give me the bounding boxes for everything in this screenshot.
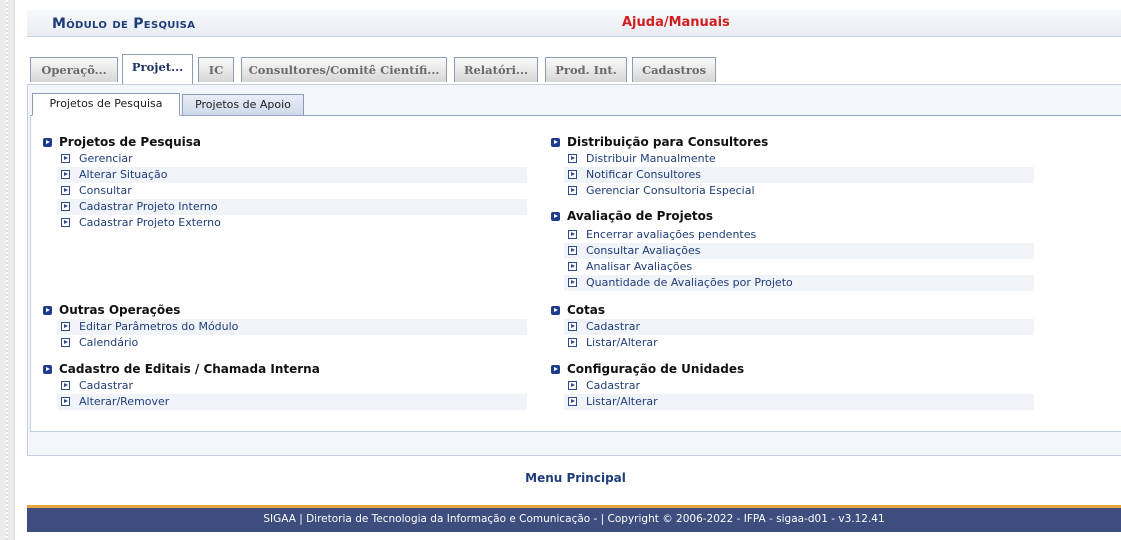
link-distribuir-manualmente[interactable]: Distribuir Manualmente <box>564 151 1034 167</box>
section-projetos-pesquisa: Projetos de Pesquisa <box>43 135 201 149</box>
tab-consultores[interactable]: Consultores/Comitê Científi... <box>241 57 447 82</box>
link-listar-alterar-cota[interactable]: Listar/Alterar <box>564 335 1034 351</box>
arrow-icon <box>61 322 70 331</box>
arrow-icon <box>568 278 577 287</box>
arrow-icon <box>568 186 577 195</box>
tab-ic[interactable]: IC <box>198 57 234 82</box>
arrow-icon <box>61 186 70 195</box>
link-editar-parametros[interactable]: Editar Parâmetros do Módulo <box>57 319 527 335</box>
arrow-icon <box>568 322 577 331</box>
help-manuals-link[interactable]: Ajuda/Manuais <box>622 15 730 30</box>
section-outras-operacoes: Outras Operações <box>43 303 180 317</box>
arrow-icon <box>568 381 577 390</box>
arrow-icon <box>568 170 577 179</box>
link-analisar-avaliacoes[interactable]: Analisar Avaliações <box>564 259 1034 275</box>
arrow-icon <box>568 397 577 406</box>
module-header: Módulo de Pesquisa Ajuda/Manuais <box>27 10 1121 37</box>
link-cadastrar-projeto-interno[interactable]: Cadastrar Projeto Interno <box>57 199 527 215</box>
link-quantidade-avaliacoes[interactable]: Quantidade de Avaliações por Projeto <box>564 275 1034 291</box>
content-area: Projetos de Pesquisa Gerenciar Alterar S… <box>30 116 1121 432</box>
subtab-projetos-apoio[interactable]: Projetos de Apoio <box>182 94 304 115</box>
section-distribuicao-consultores: Distribuição para Consultores <box>551 135 768 149</box>
link-cadastrar-unidade[interactable]: Cadastrar <box>564 378 1034 394</box>
arrow-icon <box>568 230 577 239</box>
section-bullet-icon <box>551 306 560 315</box>
arrow-icon <box>568 262 577 271</box>
sub-tabbar: Projetos de Pesquisa Projetos de Apoio <box>30 93 1121 116</box>
section-cotas: Cotas <box>551 303 605 317</box>
arrow-icon <box>61 397 70 406</box>
section-cadastro-editais: Cadastro de Editais / Chamada Interna <box>43 362 320 376</box>
section-avaliacao-projetos: Avaliação de Projetos <box>551 209 713 223</box>
link-listar-alterar-unidade[interactable]: Listar/Alterar <box>564 394 1034 410</box>
section-bullet-icon <box>551 138 560 147</box>
left-border <box>0 0 15 540</box>
arrow-icon <box>61 381 70 390</box>
section-configuracao-unidades: Configuração de Unidades <box>551 362 744 376</box>
arrow-icon <box>568 338 577 347</box>
arrow-icon <box>61 218 70 227</box>
arrow-icon <box>61 338 70 347</box>
section-bullet-icon <box>551 212 560 221</box>
link-cadastrar-cota[interactable]: Cadastrar <box>564 319 1034 335</box>
module-title: Módulo de Pesquisa <box>52 16 196 32</box>
link-alterar-situacao[interactable]: Alterar Situação <box>57 167 527 183</box>
link-calendario[interactable]: Calendário <box>57 335 527 351</box>
tab-prod-int[interactable]: Prod. Int. <box>545 57 627 82</box>
tab-projetos[interactable]: Projet... <box>122 54 193 85</box>
tab-relatorios[interactable]: Relatóri... <box>454 57 538 82</box>
arrow-icon <box>568 246 577 255</box>
section-bullet-icon <box>43 138 52 147</box>
subtab-projetos-pesquisa[interactable]: Projetos de Pesquisa <box>32 93 180 116</box>
arrow-icon <box>61 202 70 211</box>
link-encerrar-avaliacoes[interactable]: Encerrar avaliações pendentes <box>564 227 1034 243</box>
link-gerenciar[interactable]: Gerenciar <box>57 151 527 167</box>
section-bullet-icon <box>43 306 52 315</box>
section-bullet-icon <box>551 365 560 374</box>
link-consultar[interactable]: Consultar <box>57 183 527 199</box>
link-cadastrar-edital[interactable]: Cadastrar <box>57 378 527 394</box>
section-bullet-icon <box>43 365 52 374</box>
footer: SIGAA | Diretoria de Tecnologia da Infor… <box>27 505 1121 532</box>
link-cadastrar-projeto-externo[interactable]: Cadastrar Projeto Externo <box>57 215 527 231</box>
menu-principal-link[interactable]: Menu Principal <box>0 471 1121 485</box>
link-notificar-consultores[interactable]: Notificar Consultores <box>564 167 1034 183</box>
link-alterar-remover-edital[interactable]: Alterar/Remover <box>57 394 527 410</box>
tab-cadastros[interactable]: Cadastros <box>632 57 716 82</box>
arrow-icon <box>568 154 577 163</box>
link-consultar-avaliacoes[interactable]: Consultar Avaliações <box>564 243 1034 259</box>
tab-operacoes[interactable]: Operaçõ... <box>30 57 118 82</box>
arrow-icon <box>61 154 70 163</box>
main-tabbar: Operaçõ... Projet... IC Consultores/Comi… <box>27 54 1121 85</box>
arrow-icon <box>61 170 70 179</box>
link-gerenciar-consultoria-especial[interactable]: Gerenciar Consultoria Especial <box>564 183 1034 199</box>
